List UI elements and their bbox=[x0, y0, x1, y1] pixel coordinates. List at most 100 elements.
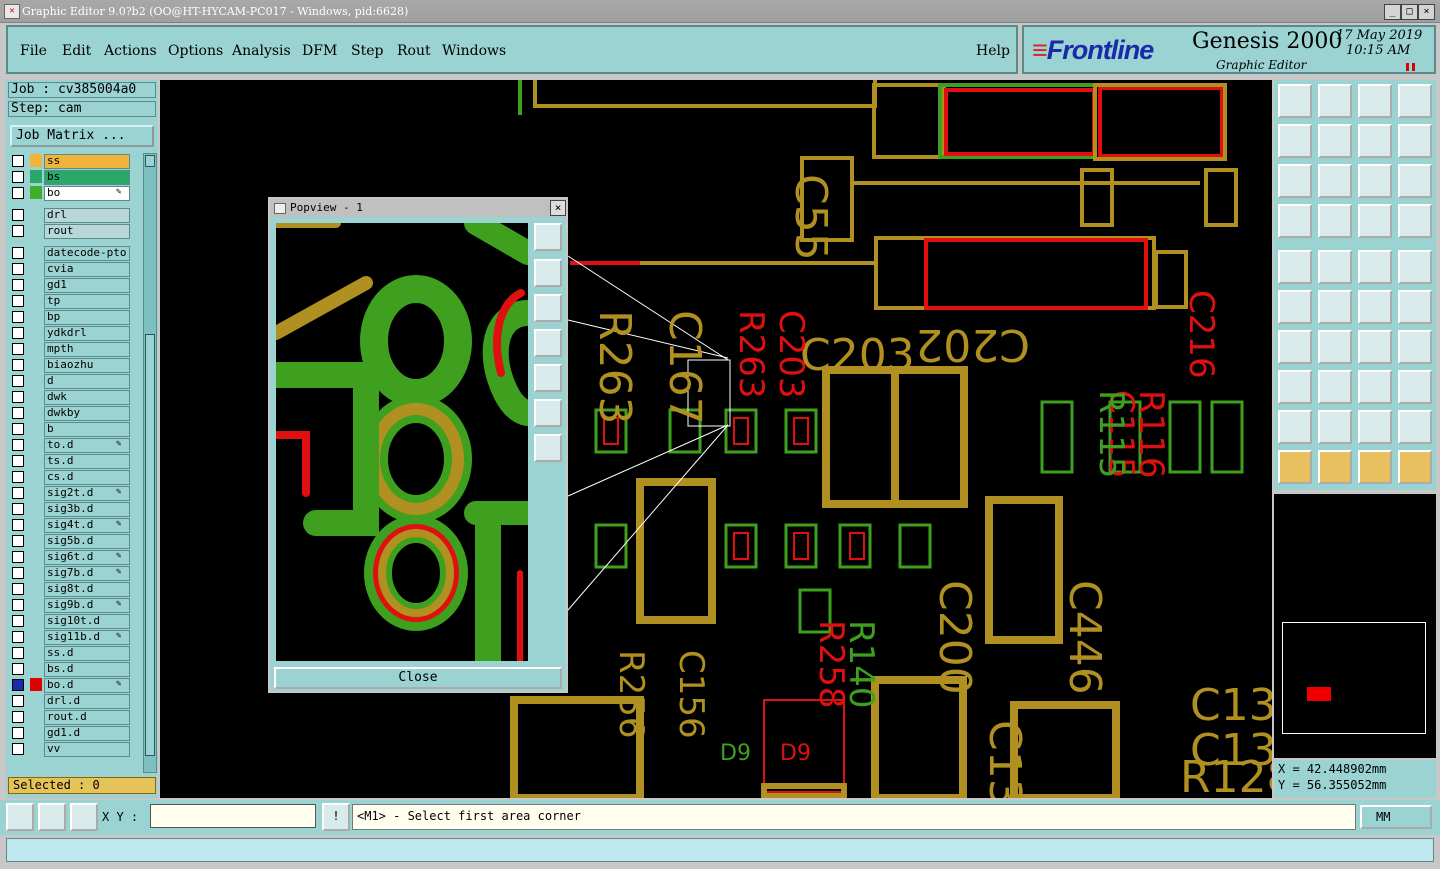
layer-name[interactable]: bp bbox=[44, 310, 130, 325]
menu-options[interactable]: Options bbox=[168, 43, 223, 59]
layer-row[interactable]: b bbox=[8, 421, 136, 437]
layer-name[interactable]: bs bbox=[44, 170, 130, 185]
record-icon[interactable] bbox=[1278, 250, 1312, 284]
close-window-button[interactable]: × bbox=[1418, 4, 1435, 20]
bridge-icon[interactable] bbox=[1398, 410, 1432, 444]
layer-row[interactable]: ss.d bbox=[8, 645, 136, 661]
window-title-bar[interactable]: ✕ Graphic Editor 9.0?b2 (OO@HT-HYCAM-PC0… bbox=[0, 0, 1440, 23]
layer-row[interactable]: bo ✎ bbox=[8, 185, 136, 201]
layer-color-swatch[interactable] bbox=[30, 310, 42, 323]
layer-row[interactable]: sig9b.d ✎ bbox=[8, 597, 136, 613]
layer-color-swatch[interactable] bbox=[30, 154, 42, 167]
layer-row[interactable]: rout.d bbox=[8, 709, 136, 725]
layer-color-swatch[interactable] bbox=[30, 502, 42, 515]
popview-pan-right-icon[interactable] bbox=[534, 364, 562, 392]
layer-row[interactable]: sig5b.d bbox=[8, 533, 136, 549]
popview-fit-icon[interactable] bbox=[534, 399, 562, 427]
layer-list-scrollbar[interactable] bbox=[143, 153, 157, 773]
layer-row[interactable]: ss bbox=[8, 153, 136, 169]
layer-row[interactable]: sig7b.d ✎ bbox=[8, 565, 136, 581]
xy-input[interactable] bbox=[150, 804, 316, 828]
layer-color-swatch[interactable] bbox=[30, 422, 42, 435]
layer-checkbox[interactable] bbox=[12, 155, 24, 167]
layer-name[interactable]: datecode-pto bbox=[44, 246, 130, 261]
layer-color-swatch[interactable] bbox=[30, 630, 42, 643]
popview-canvas[interactable] bbox=[276, 223, 528, 661]
layer-row[interactable]: bs.d bbox=[8, 661, 136, 677]
layer-color-swatch[interactable] bbox=[30, 262, 42, 275]
maximize-button[interactable]: □ bbox=[1401, 4, 1418, 20]
menu-help[interactable]: Help bbox=[976, 43, 1010, 59]
pointer-circle-icon[interactable] bbox=[1358, 450, 1392, 484]
pointer-icon[interactable] bbox=[1278, 450, 1312, 484]
layer-name[interactable]: bs.d bbox=[44, 662, 130, 677]
layer-color-swatch[interactable] bbox=[30, 694, 42, 707]
layer-row[interactable]: sig10t.d bbox=[8, 613, 136, 629]
layer-name[interactable]: ss bbox=[44, 154, 130, 169]
layer-name[interactable]: gd1 bbox=[44, 278, 130, 293]
layer-checkbox[interactable] bbox=[12, 535, 24, 547]
layer-name[interactable]: sig10t.d bbox=[44, 614, 130, 629]
scroll-up-icon[interactable] bbox=[145, 155, 155, 167]
group-icon[interactable] bbox=[1398, 370, 1432, 404]
layer-row[interactable]: d bbox=[8, 373, 136, 389]
text-icon[interactable] bbox=[1398, 330, 1432, 364]
layer-name[interactable]: b bbox=[44, 422, 130, 437]
wrench-icon[interactable] bbox=[1278, 204, 1312, 238]
layer-row[interactable]: sig4t.d ✎ bbox=[8, 517, 136, 533]
layer-checkbox[interactable] bbox=[12, 247, 24, 259]
measure-icon[interactable] bbox=[1318, 250, 1352, 284]
layer-row[interactable]: drl.d bbox=[8, 693, 136, 709]
layer-checkbox[interactable] bbox=[12, 209, 24, 221]
layer-row[interactable]: datecode-pto bbox=[8, 245, 136, 261]
layer-checkbox[interactable] bbox=[12, 487, 24, 499]
layer-row[interactable]: biaozhu bbox=[8, 357, 136, 373]
line-icon[interactable] bbox=[1398, 290, 1432, 324]
layer-color-swatch[interactable] bbox=[30, 358, 42, 371]
menu-file[interactable]: File bbox=[20, 43, 47, 59]
layer-checkbox[interactable] bbox=[12, 711, 24, 723]
exclamation-icon[interactable]: ! bbox=[322, 803, 350, 831]
menu-rout[interactable]: Rout bbox=[397, 43, 431, 59]
layer-checkbox[interactable] bbox=[12, 631, 24, 643]
layer-checkbox[interactable] bbox=[12, 471, 24, 483]
menu-dfm[interactable]: DFM bbox=[302, 43, 337, 59]
layer-checkbox[interactable] bbox=[12, 695, 24, 707]
grid-icon[interactable] bbox=[1318, 204, 1352, 238]
layer-checkbox[interactable] bbox=[12, 567, 24, 579]
layer-checkbox[interactable] bbox=[12, 519, 24, 531]
layer-row[interactable]: vv bbox=[8, 741, 136, 757]
layer-checkbox[interactable] bbox=[12, 647, 24, 659]
grid-icon[interactable] bbox=[70, 803, 98, 831]
menu-windows[interactable]: Windows bbox=[442, 43, 506, 59]
layer-name[interactable]: ss.d bbox=[44, 646, 130, 661]
cross-icon[interactable] bbox=[1318, 290, 1352, 324]
layer-color-swatch[interactable] bbox=[30, 534, 42, 547]
angle-icon[interactable] bbox=[1278, 330, 1312, 364]
layer-checkbox[interactable] bbox=[12, 311, 24, 323]
layer-row[interactable]: cs.d bbox=[8, 469, 136, 485]
flip-icon[interactable] bbox=[1398, 124, 1432, 158]
layer-name[interactable]: cs.d bbox=[44, 470, 130, 485]
popview-title-bar[interactable]: Popview - 1 × bbox=[270, 199, 566, 217]
layer-name[interactable]: ydkdrl bbox=[44, 326, 130, 341]
ruler-icon[interactable] bbox=[1358, 250, 1392, 284]
layer-row[interactable]: sig11b.d ✎ bbox=[8, 629, 136, 645]
right-icon[interactable] bbox=[1318, 124, 1352, 158]
minimize-button[interactable]: _ bbox=[1384, 4, 1401, 20]
path-icon[interactable] bbox=[1398, 450, 1432, 484]
popview-expand-icon[interactable] bbox=[534, 434, 562, 462]
center-icon[interactable] bbox=[1318, 164, 1352, 198]
shape-icon[interactable] bbox=[1358, 410, 1392, 444]
layer-checkbox[interactable] bbox=[12, 551, 24, 563]
layer-row[interactable]: sig2t.d ✎ bbox=[8, 485, 136, 501]
left-icon[interactable] bbox=[1278, 124, 1312, 158]
snap-icon[interactable] bbox=[6, 803, 34, 831]
layer-row[interactable]: sig8t.d bbox=[8, 581, 136, 597]
layer-color-swatch[interactable] bbox=[30, 518, 42, 531]
layer-checkbox[interactable] bbox=[12, 679, 24, 691]
layer-color-swatch[interactable] bbox=[30, 470, 42, 483]
layers-blue-icon[interactable] bbox=[1398, 204, 1432, 238]
layer-checkbox[interactable] bbox=[12, 599, 24, 611]
layer-row[interactable]: tp bbox=[8, 293, 136, 309]
